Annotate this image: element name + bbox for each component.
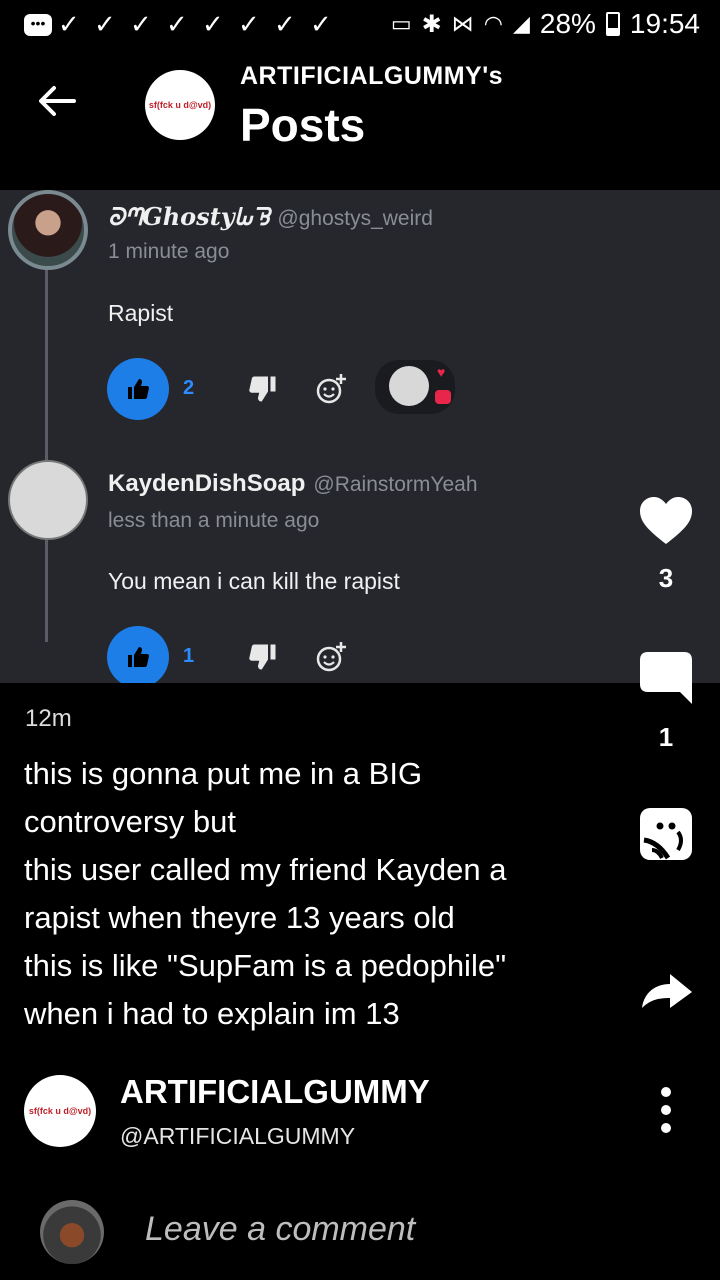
user-avatar <box>40 1200 104 1264</box>
amino-reaction-icon[interactable] <box>638 806 694 862</box>
post-image[interactable]: ᘐᘉGhostyᘈᘋ @ghostys_weird 1 minute ago Ra… <box>0 190 720 683</box>
reaction-dot-icon <box>435 390 451 404</box>
commenter-avatar <box>8 460 88 540</box>
post-time: 12m <box>25 705 72 732</box>
comment-icon[interactable] <box>638 650 694 706</box>
check-icon: ✓ <box>310 10 332 40</box>
clock: 19:54 <box>629 8 700 39</box>
app-header: sf(fck u d@vd) ARTIFICIALGUMMY's Posts <box>0 50 720 190</box>
thread-line <box>45 262 48 642</box>
back-arrow-icon[interactable] <box>34 78 80 124</box>
like-count: 2 <box>183 377 195 399</box>
check-icon: ✓ <box>94 10 116 40</box>
check-icon: ✓ <box>130 10 152 40</box>
like-button <box>107 626 169 683</box>
thumbs-up-icon <box>128 647 149 667</box>
commenter-avatar <box>8 190 88 270</box>
author-name[interactable]: ARTIFICIALGUMMY <box>120 1073 430 1111</box>
reaction-badge: ♥ <box>375 360 455 414</box>
post-text-line: this user called my friend Kayden a <box>24 852 507 887</box>
like-count: 1 <box>183 645 195 667</box>
cast-icon: ▭ <box>390 11 412 36</box>
comment-time: 1 minute ago <box>108 240 230 263</box>
post-text-line: controversy but <box>24 804 236 839</box>
share-icon[interactable] <box>638 962 694 1018</box>
post-text-line: when i had to explain im 13 <box>24 996 400 1031</box>
wifi-icon: ◠ <box>483 11 503 36</box>
heart-icon[interactable] <box>638 494 694 550</box>
add-reaction-icon <box>316 374 346 404</box>
post-text-line: rapist when theyre 13 years old <box>24 900 455 935</box>
profile-avatar[interactable]: sf(fck u d@vd) <box>145 70 215 140</box>
more-options-icon[interactable] <box>654 1086 678 1134</box>
reactor-avatar <box>389 366 429 406</box>
check-icon: ✓ <box>238 10 260 40</box>
notification-icons: ••• ✓ ✓ ✓ ✓ ✓ ✓ ✓ ✓ <box>24 10 340 40</box>
signal-icon: ◢ <box>512 11 530 36</box>
comment-text: You mean i can kill the rapist <box>108 568 400 594</box>
heart-icon: ♥ <box>437 364 446 380</box>
comment-text: Rapist <box>108 300 174 326</box>
author-handle: @ARTIFICIALGUMMY <box>120 1123 356 1149</box>
commenter-name: ᘐᘉGhostyᘈᘋ @ghostys_weird <box>108 202 433 231</box>
comment-input[interactable] <box>145 1210 665 1249</box>
check-icon: ✓ <box>202 10 224 40</box>
check-icon: ✓ <box>58 10 80 40</box>
message-icon: ••• <box>24 14 52 36</box>
post-text-line: this is like "SupFam is a pedophile" <box>24 948 507 983</box>
status-bar: ••• ✓ ✓ ✓ ✓ ✓ ✓ ✓ ✓ ▭ ✱ ⋈ ◠ ◢ 28% 19:54 <box>0 0 720 50</box>
battery-icon <box>605 12 620 36</box>
thumbs-down-icon <box>249 376 276 402</box>
check-icon: ✓ <box>166 10 188 40</box>
author-avatar[interactable]: sf(fck u d@vd) <box>24 1075 96 1147</box>
like-button <box>107 358 169 420</box>
page-subtitle: ARTIFICIALGUMMY's <box>240 62 504 90</box>
bluetooth-icon: ✱ <box>421 10 442 38</box>
add-reaction-icon <box>316 642 346 672</box>
commenter-name: KaydenDishSoap @RainstormYeah <box>108 470 478 497</box>
comment-time: less than a minute ago <box>108 509 320 532</box>
system-icons: ▭ ✱ ⋈ ◠ ◢ 28% 19:54 <box>391 8 700 40</box>
comment-count: 1 <box>658 722 674 752</box>
check-icon: ✓ <box>274 10 296 40</box>
like-count: 3 <box>658 563 674 593</box>
thumbs-up-icon <box>128 379 149 399</box>
thumbs-down-icon <box>249 644 276 670</box>
post-text-line: this is gonna put me in a BIG <box>24 756 423 791</box>
battery-percent: 28% <box>539 8 596 39</box>
nfc-icon: ⋈ <box>451 11 474 36</box>
page-title: Posts <box>240 99 366 151</box>
